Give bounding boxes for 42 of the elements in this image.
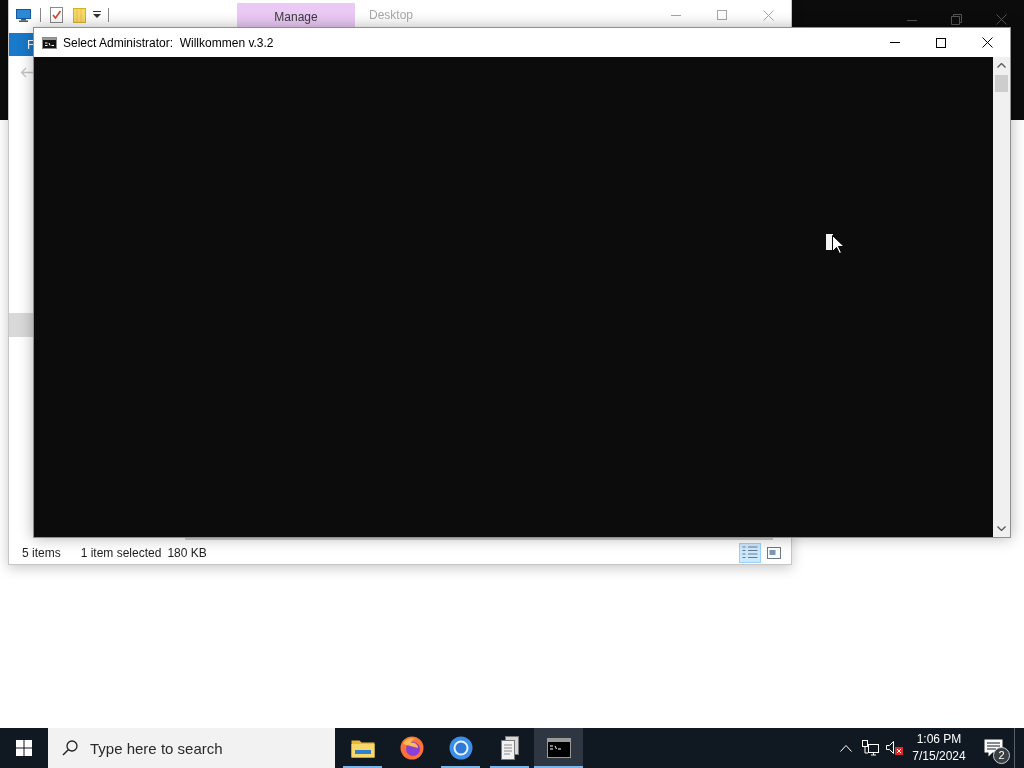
close-icon xyxy=(762,9,774,21)
terminal-app-button[interactable] xyxy=(534,728,583,768)
maximize-icon xyxy=(717,10,727,20)
details-view-button[interactable] xyxy=(739,543,761,563)
terminal-icon xyxy=(42,36,57,49)
selection-info: 1 item selected xyxy=(80,546,162,560)
notification-badge: 2 xyxy=(993,747,1010,764)
monitor-icon[interactable] xyxy=(16,8,31,22)
window-title: Select Administrator: Willkommen v.3.2 xyxy=(63,35,274,50)
checklist-icon[interactable] xyxy=(50,7,63,23)
file-size: 180 KB xyxy=(167,546,207,560)
notifications-button[interactable]: 2 xyxy=(972,728,1014,768)
mouse-pointer-icon xyxy=(832,235,844,254)
documents-icon xyxy=(499,736,520,760)
nav-selection-highlight xyxy=(9,313,34,337)
details-list-icon xyxy=(742,546,758,560)
clock-button[interactable]: 1:06 PM 7/15/2024 xyxy=(906,728,972,768)
close-icon xyxy=(981,37,993,48)
terminal-icon xyxy=(546,738,571,758)
search-box[interactable]: Type here to search xyxy=(48,728,335,768)
item-count: 5 items xyxy=(22,546,61,560)
window-title: Desktop xyxy=(369,8,414,22)
folder-icon[interactable] xyxy=(73,7,86,23)
maximize-icon xyxy=(936,37,946,48)
network-icon xyxy=(861,740,879,756)
ring-icon xyxy=(448,736,473,760)
scrollbar-thumb[interactable] xyxy=(995,75,1008,92)
minimize-icon xyxy=(906,20,917,21)
browser-globe-icon xyxy=(399,736,424,760)
caret-icon[interactable] xyxy=(93,11,101,19)
chevron-up-icon xyxy=(997,63,1006,68)
close-icon xyxy=(996,14,1007,25)
minimize-icon xyxy=(890,42,900,43)
start-logo-icon xyxy=(16,740,32,756)
search-input[interactable]: Type here to search xyxy=(88,735,324,761)
minimize-icon xyxy=(671,14,681,16)
thumbnail-icon xyxy=(767,547,781,559)
chevron-down-icon xyxy=(997,526,1006,531)
chevron-up-icon xyxy=(840,744,852,752)
restore-icon xyxy=(951,14,962,25)
folder-icon xyxy=(350,738,375,758)
search-icon xyxy=(62,740,78,756)
